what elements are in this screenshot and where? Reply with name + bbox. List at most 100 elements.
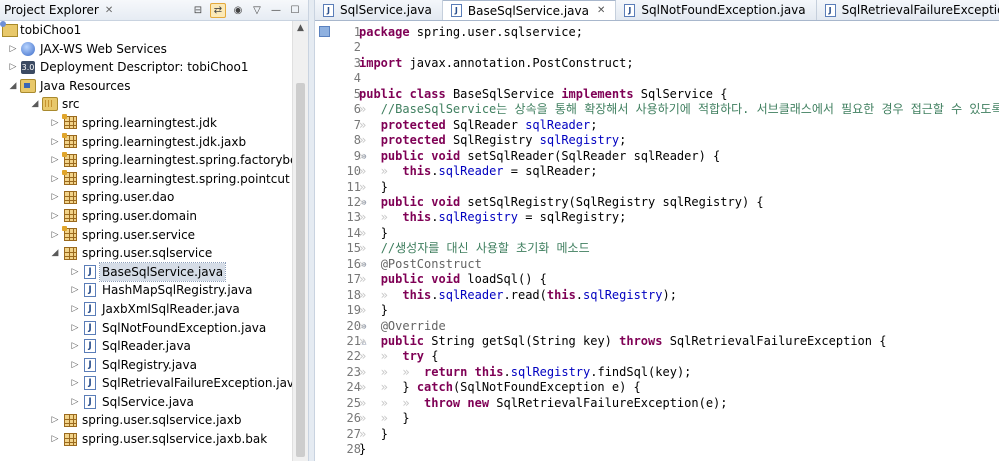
code-line[interactable]: 18» » this.sqlReader.read(this.sqlRegist…: [315, 288, 999, 303]
collapsed-arrow-icon[interactable]: ▷: [50, 411, 60, 430]
tree-item[interactable]: ▷ spring.user.service: [0, 226, 292, 245]
explorer-toolbar: ⊟ ⇄ ◉ ▽ — ☐: [191, 2, 308, 18]
tree-item[interactable]: ▷ J JaxbXmlSqlReader.java: [0, 300, 292, 319]
tree-item[interactable]: ▷ spring.learningtest.jdk.jaxb: [0, 133, 292, 152]
collapsed-arrow-icon[interactable]: ▷: [70, 374, 80, 393]
collapsed-arrow-icon[interactable]: ▷: [50, 114, 60, 133]
tree-item[interactable]: ▷ spring.user.dao: [0, 188, 292, 207]
expanded-arrow-icon[interactable]: ◢: [8, 77, 18, 96]
java-file-icon: J: [82, 375, 98, 391]
code-line[interactable]: 16 ⊖» @PostConstruct: [315, 257, 999, 272]
editor-tab[interactable]: J SqlRetrievalFailureException.java: [817, 0, 999, 20]
link-with-editor-icon[interactable]: ⇄: [210, 2, 226, 18]
collapsed-arrow-icon[interactable]: ▷: [8, 40, 18, 59]
collapsed-arrow-icon[interactable]: ▷: [50, 226, 60, 245]
code-line[interactable]: 25» » » throw new SqlRetrievalFailureExc…: [315, 396, 999, 411]
collapsed-arrow-icon[interactable]: ▷: [50, 151, 60, 170]
code-line[interactable]: 11» }: [315, 180, 999, 195]
tree-item[interactable]: ▷ spring.learningtest.jdk: [0, 114, 292, 133]
package-icon: [61, 151, 78, 168]
code-line[interactable]: 27» }: [315, 427, 999, 442]
tree-item[interactable]: ▷ J SqlReader.java: [0, 337, 292, 356]
tree-item-label: HashMapSqlRegistry.java: [102, 283, 253, 298]
collapsed-arrow-icon[interactable]: ▷: [70, 393, 80, 412]
focus-icon[interactable]: ◉: [231, 4, 245, 17]
collapsed-arrow-icon[interactable]: ▷: [70, 356, 80, 375]
code-line[interactable]: 3 import javax.annotation.PostConstruct;: [315, 56, 999, 71]
code-line[interactable]: 19» }: [315, 303, 999, 318]
tree-item-label: SqlReader.java: [102, 339, 191, 354]
maximize-icon[interactable]: ☐: [288, 4, 302, 17]
tree-item[interactable]: ▷ spring.user.sqlservice.jaxb: [0, 411, 292, 430]
tree-item[interactable]: ▷ J SqlNotFoundException.java: [0, 319, 292, 338]
tree-item[interactable]: ▷ 3.0 Deployment Descriptor: tobiChoo1: [0, 58, 292, 77]
code-line[interactable]: 22» » try {: [315, 349, 999, 364]
collapsed-arrow-icon[interactable]: ▷: [50, 188, 60, 207]
editor-tab[interactable]: J BaseSqlService.java ✕: [442, 0, 617, 20]
tree-item[interactable]: ▷ spring.user.domain: [0, 207, 292, 226]
expanded-arrow-icon[interactable]: ◢: [50, 244, 60, 263]
collapsed-arrow-icon[interactable]: ▷: [50, 133, 60, 152]
pane-divider[interactable]: [308, 0, 315, 461]
tree-item[interactable]: ▷ JAX-WS Web Services: [0, 40, 292, 59]
collapsed-arrow-icon[interactable]: ▷: [70, 337, 80, 356]
tree-item-label: spring.user.domain: [82, 208, 198, 223]
code-line[interactable]: 13» » this.sqlRegistry = sqlRegistry;: [315, 210, 999, 225]
code-line[interactable]: 4: [315, 71, 999, 86]
close-tab-icon[interactable]: ✕: [597, 5, 605, 16]
collapsed-arrow-icon[interactable]: ▷: [70, 281, 80, 300]
code-line[interactable]: 21 △» public String getSql(String key) th…: [315, 334, 999, 349]
editor-tab[interactable]: J SqlService.java: [315, 0, 443, 20]
code-line[interactable]: 5 public class BaseSqlService implements …: [315, 87, 999, 102]
tree-item[interactable]: ▷ J SqlService.java: [0, 393, 292, 412]
scrollbar-thumb[interactable]: [296, 83, 305, 457]
collapsed-arrow-icon[interactable]: ▷: [50, 170, 60, 189]
code-area[interactable]: 1 package spring.user.sqlservice; 2 3 import…: [315, 21, 999, 461]
project-tree: tobiChoo1 ▷ JAX-WS Web Services ▷ 3.0 Deploym…: [0, 21, 292, 461]
code-line[interactable]: 24» » } catch(SqlNotFoundException e) {: [315, 380, 999, 395]
view-menu-icon[interactable]: ▽: [250, 4, 264, 17]
code-line[interactable]: 28}: [315, 442, 999, 457]
tree-item[interactable]: ▷ J SqlRetrievalFailureException.java: [0, 374, 292, 393]
code-line[interactable]: 17» public void loadSql() {: [315, 272, 999, 287]
expanded-arrow-icon[interactable]: ◢: [30, 95, 40, 114]
tree-item-label: src: [62, 97, 80, 112]
tree-item[interactable]: ◢ Java Resources: [0, 77, 292, 96]
tree-item[interactable]: tobiChoo1: [0, 21, 292, 40]
code-line[interactable]: 15» //생성자를 대신 사용할 초기화 메소드: [315, 241, 999, 256]
collapsed-arrow-icon[interactable]: ▷: [70, 319, 80, 338]
collapsed-arrow-icon[interactable]: ▷: [70, 263, 80, 282]
collapsed-arrow-icon[interactable]: ▷: [8, 58, 18, 77]
collapse-all-icon[interactable]: ⊟: [191, 4, 205, 17]
code-line[interactable]: 10» » this.sqlReader = sqlReader;: [315, 164, 999, 179]
code-line[interactable]: 7» protected SqlReader sqlReader;: [315, 118, 999, 133]
tree-item[interactable]: ▷ spring.user.sqlservice.jaxb.bak: [0, 430, 292, 449]
code-line[interactable]: 20 ⊖» @Override: [315, 319, 999, 334]
tree-item[interactable]: ▷ J HashMapSqlRegistry.java: [0, 281, 292, 300]
tree-item[interactable]: ▷ J BaseSqlService.java: [0, 261, 292, 283]
project-explorer-tab[interactable]: Project Explorer ✕: [0, 0, 117, 20]
tree-item[interactable]: ▷ spring.learningtest.spring.factorybean: [0, 151, 292, 170]
tree-item[interactable]: ▷ spring.learningtest.spring.pointcut: [0, 170, 292, 189]
collapsed-arrow-icon[interactable]: ▷: [50, 207, 60, 226]
code-line[interactable]: 2: [315, 40, 999, 55]
collapsed-arrow-icon[interactable]: ▷: [70, 300, 80, 319]
code-line[interactable]: 12 ⊖» public void setSqlRegistry(SqlRegis…: [315, 195, 999, 210]
minimize-icon[interactable]: —: [269, 4, 283, 17]
code-line[interactable]: 9 ⊖» public void setSqlReader(SqlReader s…: [315, 149, 999, 164]
code-line[interactable]: 6» //BaseSqlService는 상속을 통해 확장해서 사용하기에 적…: [315, 102, 999, 117]
code-line[interactable]: 14» }: [315, 226, 999, 241]
code-line[interactable]: 23» » » return this.sqlRegistry.findSql(…: [315, 365, 999, 380]
code-line[interactable]: 8» protected SqlRegistry sqlRegistry;: [315, 133, 999, 148]
tree-item[interactable]: ◢ src: [0, 95, 292, 114]
tree-item[interactable]: ▷ J SqlRegistry.java: [0, 356, 292, 375]
collapsed-arrow-icon[interactable]: ▷: [50, 430, 60, 449]
code-line[interactable]: 1 package spring.user.sqlservice;: [315, 25, 999, 40]
close-icon[interactable]: ✕: [105, 5, 113, 16]
tree-item-label: Java Resources: [40, 78, 131, 93]
tree-item[interactable]: ◢ spring.user.sqlservice: [0, 244, 292, 263]
editor-tab[interactable]: J SqlNotFoundException.java: [616, 0, 817, 20]
scroll-up-icon[interactable]: ▲: [293, 21, 308, 35]
explorer-scrollbar[interactable]: ▲: [292, 21, 308, 461]
code-line[interactable]: 26» » }: [315, 411, 999, 426]
